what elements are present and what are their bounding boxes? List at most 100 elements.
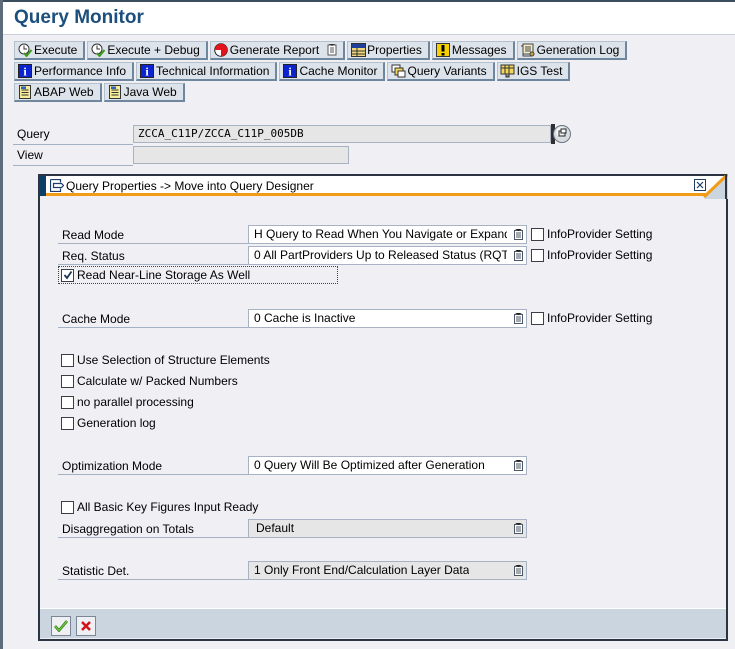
cache-mode-label: Cache Mode (62, 312, 131, 326)
checkmark-icon (63, 270, 72, 280)
properties-label: Properties (367, 43, 422, 57)
checkbox-box-checked (61, 268, 74, 282)
use-selection-structure-checkbox[interactable]: Use Selection of Structure Elements (61, 353, 270, 367)
properties-button[interactable]: Properties (347, 41, 430, 60)
query-field[interactable]: ZCCA_C11P/ZCCA_C11P_005DB (133, 125, 551, 143)
statistic-det-value: 1 Only Front End/Calculation Layer Data (254, 563, 470, 577)
all-basic-key-figures-label: All Basic Key Figures Input Ready (77, 500, 259, 514)
cancel-x-icon (81, 621, 91, 631)
page-header: Query Monitor (3, 2, 735, 35)
generation-log-checkbox[interactable]: Generation log (61, 416, 156, 430)
calculate-packed-numbers-checkbox[interactable]: Calculate w/ Packed Numbers (61, 374, 238, 388)
info-icon: i (17, 64, 33, 78)
java-web-label: Java Web (123, 85, 177, 99)
ok-button[interactable] (51, 616, 71, 636)
toolbar-row-1: Execute Execute + Debug Generate Report … (14, 41, 629, 60)
generation-log-label: Generation Log (536, 43, 620, 57)
read-mode-underline (58, 243, 248, 244)
dropdown-icon (514, 313, 523, 324)
query-select-button[interactable] (551, 124, 571, 144)
no-parallel-processing-checkbox[interactable]: no parallel processing (61, 395, 194, 409)
cache-monitor-button[interactable]: i Cache Monitor (279, 62, 386, 81)
execute-debug-icon (90, 43, 106, 57)
dropdown-icon[interactable] (327, 44, 337, 56)
web-document-icon (17, 85, 33, 99)
dropdown-icon (514, 523, 523, 534)
option-label: Generation log (77, 416, 156, 430)
dropdown-icon (514, 229, 523, 240)
generation-log-button[interactable]: Generation Log (516, 41, 628, 60)
statistic-det-label: Statistic Det. (62, 564, 130, 578)
statistic-det-select[interactable]: 1 Only Front End/Calculation Layer Data (248, 561, 527, 580)
req-status-select[interactable]: 0 All PartProviders Up to Released Statu… (248, 246, 527, 265)
igs-test-button[interactable]: IGS Test (496, 62, 571, 81)
read-mode-value: H Query to Read When You Navigate or Exp… (254, 227, 507, 241)
checkbox-box (61, 374, 74, 388)
option-label: Calculate w/ Packed Numbers (77, 374, 238, 388)
cancel-button[interactable] (76, 616, 96, 636)
disaggregation-value: Default (256, 521, 295, 535)
dialog-corner-decoration (702, 174, 728, 199)
disaggregation-select[interactable]: Default (248, 519, 527, 538)
dialog-title: Query Properties -> Move into Query Desi… (66, 179, 314, 193)
execute-button[interactable]: Execute (14, 41, 86, 60)
messages-label: Messages (451, 43, 507, 57)
disaggregation-label: Disaggregation on Totals (62, 522, 194, 536)
generation-log-icon (520, 43, 536, 57)
technical-information-button[interactable]: i Technical Information (136, 62, 278, 81)
option-label: Use Selection of Structure Elements (77, 353, 270, 367)
abap-web-label: ABAP Web (34, 85, 94, 99)
abap-web-button[interactable]: ABAP Web (14, 83, 102, 102)
move-into-designer-icon (49, 178, 65, 193)
optimization-mode-select[interactable]: 0 Query Will Be Optimized after Generati… (248, 456, 527, 475)
read-mode-label: Read Mode (62, 228, 125, 242)
performance-info-label: Performance Info (34, 64, 127, 78)
left-border (0, 0, 3, 649)
generate-report-label: Generate Report (229, 43, 320, 57)
dropdown-icon (514, 250, 523, 261)
statistic-det-underline (58, 579, 248, 580)
read-mode-select[interactable]: H Query to Read When You Navigate or Exp… (248, 225, 527, 244)
page-title: Query Monitor (14, 7, 144, 28)
cache-mode-select[interactable]: 0 Cache is Inactive (248, 309, 527, 328)
messages-button[interactable]: Messages (431, 41, 515, 60)
igs-test-label: IGS Test (516, 64, 563, 78)
req-status-infoprovider-checkbox[interactable]: InfoProvider Setting (531, 248, 652, 262)
checkbox-box (61, 500, 74, 514)
checkbox-box (531, 311, 544, 325)
req-status-underline (58, 264, 248, 265)
execute-debug-button[interactable]: Execute + Debug (87, 41, 208, 60)
technical-information-label: Technical Information (156, 64, 270, 78)
cache-monitor-label: Cache Monitor (299, 64, 378, 78)
read-near-line-label: Read Near-Line Storage As Well (77, 268, 251, 282)
dropdown-icon (514, 460, 523, 471)
query-variants-button[interactable]: Query Variants (387, 62, 495, 81)
option-label: no parallel processing (77, 395, 194, 409)
checkbox-box (61, 353, 74, 367)
java-web-button[interactable]: Java Web (103, 83, 185, 102)
query-variants-label: Query Variants (407, 64, 487, 78)
infoprovider-setting-label: InfoProvider Setting (547, 311, 653, 325)
view-row-underline (13, 165, 133, 166)
generate-report-button[interactable]: Generate Report (209, 41, 346, 60)
open-dialog-icon (551, 124, 571, 144)
toolbar-row-3: ABAP Web Java Web (14, 83, 187, 102)
read-mode-infoprovider-checkbox[interactable]: InfoProvider Setting (531, 227, 652, 241)
disaggregation-underline (58, 537, 248, 538)
cache-mode-underline (58, 327, 248, 328)
checkbox-box (531, 248, 544, 262)
igs-test-icon (500, 64, 516, 78)
checkbox-box (531, 227, 544, 241)
optimization-mode-label: Optimization Mode (62, 459, 163, 473)
cache-mode-infoprovider-checkbox[interactable]: InfoProvider Setting (531, 311, 652, 325)
query-variants-icon (390, 64, 406, 78)
web-document-icon (107, 85, 123, 99)
all-basic-key-figures-checkbox[interactable]: All Basic Key Figures Input Ready (61, 500, 258, 514)
infoprovider-setting-label: InfoProvider Setting (547, 227, 653, 241)
read-near-line-checkbox[interactable]: Read Near-Line Storage As Well (58, 266, 338, 284)
optimization-mode-value: 0 Query Will Be Optimized after Generati… (254, 458, 485, 472)
checkbox-box (61, 416, 74, 430)
view-field[interactable] (133, 146, 349, 164)
checkmark-icon (54, 620, 68, 632)
performance-info-button[interactable]: i Performance Info (14, 62, 135, 81)
